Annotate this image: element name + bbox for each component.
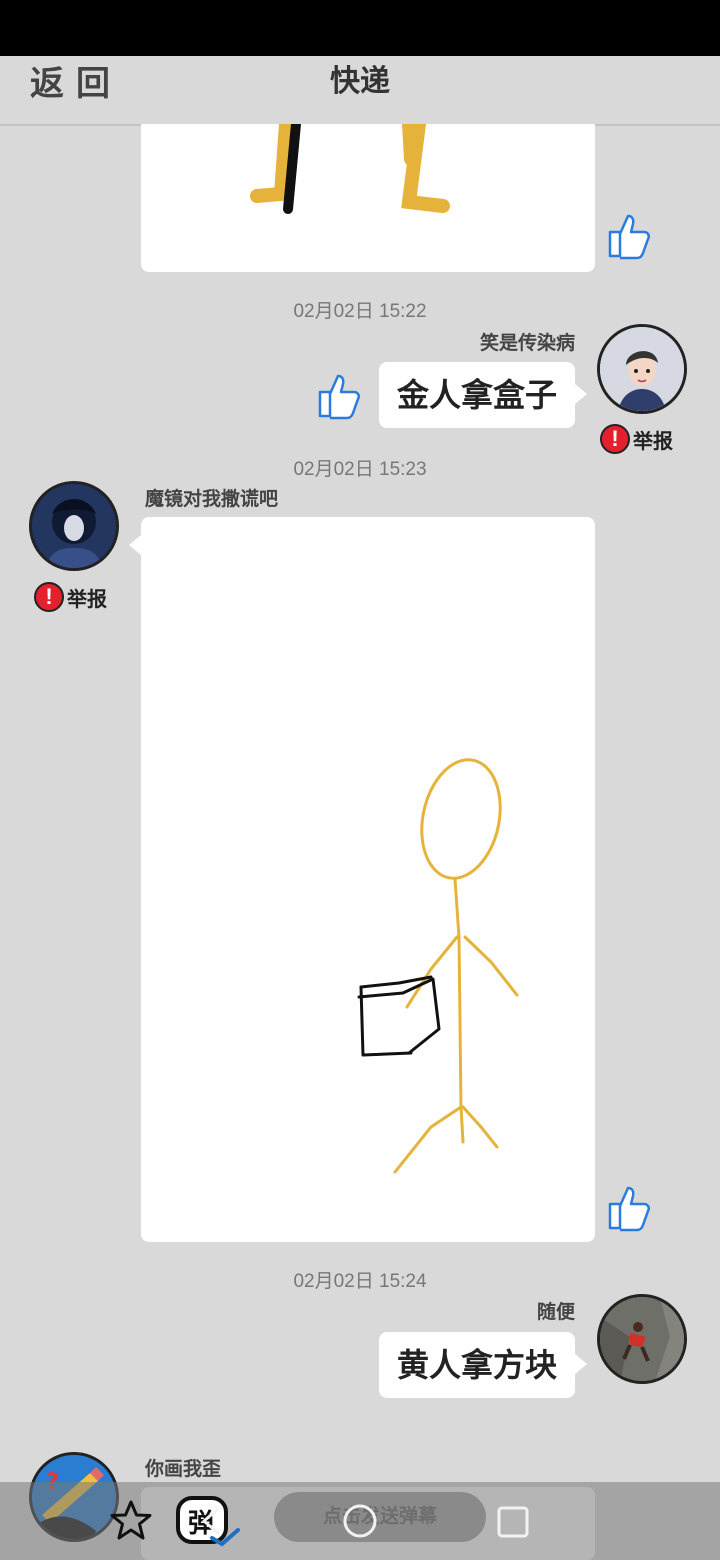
home-nav-icon[interactable]: [342, 1503, 378, 1539]
timestamp: 02月02日 15:23: [293, 459, 427, 480]
back-nav-icon[interactable]: [200, 1506, 222, 1536]
sender-name: 笑是传染病: [479, 333, 575, 354]
status-bar: [0, 0, 720, 56]
sender-name: 随便: [536, 1302, 575, 1323]
star-icon[interactable]: [108, 1498, 154, 1544]
alert-icon: !: [600, 424, 630, 454]
like-thumb-icon[interactable]: [314, 370, 364, 420]
danmaku-input[interactable]: 点击发送弹幕: [274, 1492, 486, 1542]
sender-name: 你画我歪: [145, 1459, 222, 1480]
drawing-card-top[interactable]: [141, 117, 595, 272]
report-button[interactable]: ! 举报: [600, 424, 673, 454]
avatar[interactable]: [29, 481, 119, 571]
sender-name: 魔镜对我撒谎吧: [145, 489, 279, 510]
like-thumb-icon[interactable]: [604, 1182, 654, 1232]
message-bubble[interactable]: 金人拿盒子: [378, 362, 588, 428]
recents-nav-icon[interactable]: [497, 1506, 529, 1538]
drawing-card[interactable]: [129, 517, 595, 1242]
report-button[interactable]: ! 举报: [34, 582, 107, 612]
avatar[interactable]: [597, 1294, 687, 1384]
timestamp: 02月02日 15:24: [293, 1271, 427, 1292]
header: 返回 快递: [0, 56, 720, 126]
stick-figure-legs-drawing: [250, 117, 450, 214]
bottom-toolbar: 弹 点击发送弹幕: [0, 1482, 720, 1560]
page-title: 快递: [330, 65, 390, 98]
alert-icon: !: [34, 582, 64, 612]
avatar[interactable]: [597, 324, 687, 414]
message-bubble[interactable]: 黄人拿方块: [378, 1332, 588, 1398]
timestamp: 02月02日 15:22: [293, 301, 427, 322]
like-thumb-icon[interactable]: [604, 210, 654, 260]
stick-figure-drawing: [357, 758, 519, 1174]
